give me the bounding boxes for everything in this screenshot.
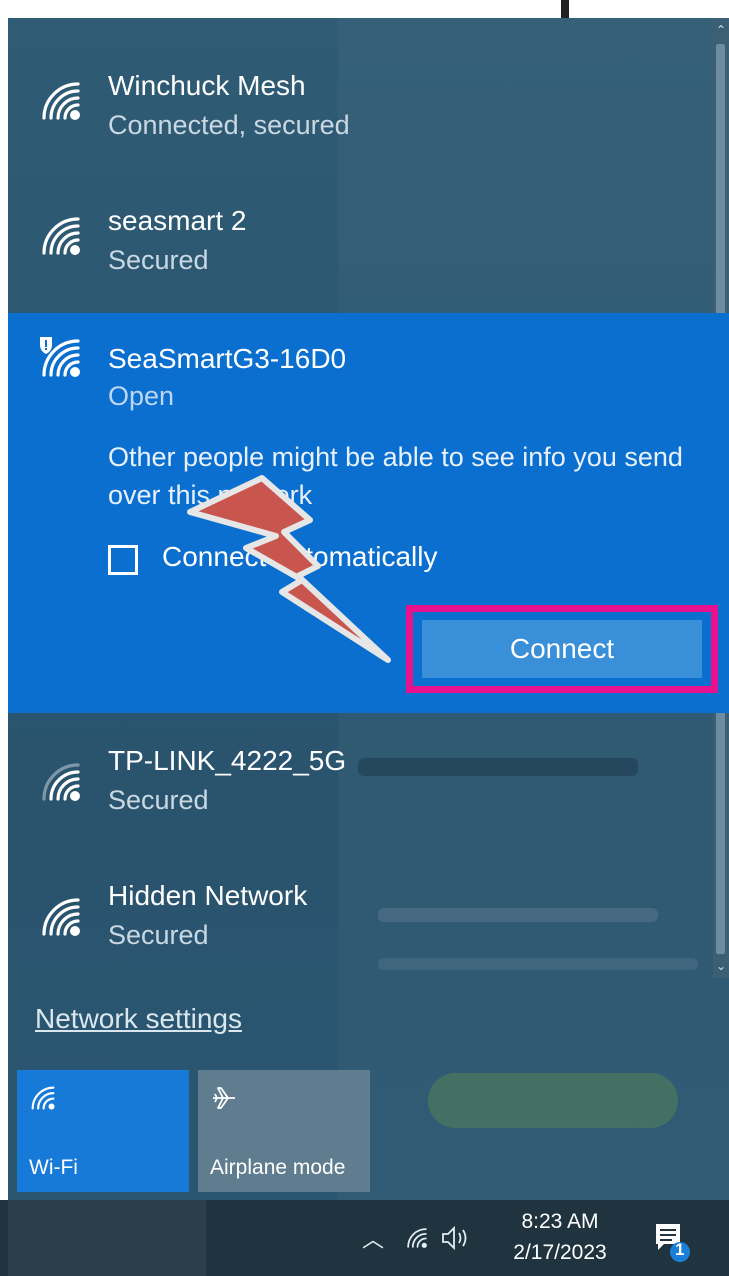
network-status: Secured xyxy=(108,785,209,815)
network-name: seasmart 2 xyxy=(108,205,247,236)
background-strip xyxy=(0,0,729,18)
network-name: Winchuck Mesh xyxy=(108,70,306,101)
clock-date: 2/17/2023 xyxy=(513,1241,607,1264)
background-mark xyxy=(561,0,569,18)
wifi-quick-action[interactable]: Wi-Fi xyxy=(17,1070,189,1192)
wifi-icon xyxy=(31,1086,55,1110)
taskbar: ︿ 8:23 AM 2/17/2023 1 xyxy=(0,1200,729,1276)
wifi-open-warning-icon xyxy=(40,337,80,377)
network-item[interactable]: Winchuck Mesh Connected, secured xyxy=(8,58,713,168)
blurred-element xyxy=(428,1073,678,1128)
network-status: Secured xyxy=(108,920,209,950)
notification-icon xyxy=(656,1224,690,1262)
network-name: TP-LINK_4222_5G xyxy=(108,745,347,776)
network-flyout: ⌃ ⌄ Winchuck Mesh Connected, secured sea… xyxy=(8,18,729,1200)
action-center-button[interactable]: 1 xyxy=(652,1220,692,1264)
airplane-icon xyxy=(213,1087,235,1109)
scroll-down-icon[interactable]: ⌄ xyxy=(713,956,729,976)
network-name: SeaSmartG3-16D0 xyxy=(108,343,347,374)
wifi-tile-label: Wi-Fi xyxy=(29,1156,78,1179)
scroll-up-icon[interactable]: ⌃ xyxy=(713,20,729,40)
chevron-up-icon[interactable]: ︿ xyxy=(362,1222,384,1252)
connect-button[interactable]: Connect xyxy=(422,620,702,678)
clock-time: 8:23 AM xyxy=(521,1210,599,1233)
network-status: Secured xyxy=(108,245,209,275)
wifi-signal-icon xyxy=(42,898,80,936)
network-status: Open xyxy=(108,381,175,411)
network-status: Connected, secured xyxy=(108,110,350,140)
screen: ⌃ ⌄ Winchuck Mesh Connected, secured sea… xyxy=(0,0,729,1276)
wifi-signal-icon xyxy=(42,217,80,255)
wifi-signal-icon xyxy=(42,82,80,120)
wifi-signal-weak-icon xyxy=(42,763,80,801)
network-name: Hidden Network xyxy=(108,880,308,911)
network-item[interactable]: TP-LINK_4222_5G Secured xyxy=(8,733,713,848)
taskbar-app-area[interactable] xyxy=(8,1200,206,1276)
taskbar-clock[interactable]: 8:23 AM 2/17/2023 xyxy=(505,1206,615,1268)
airplane-tile-label: Airplane mode xyxy=(210,1156,346,1179)
notification-count-badge: 1 xyxy=(675,1240,685,1259)
network-item[interactable]: Hidden Network Secured xyxy=(8,868,713,983)
network-item-selected[interactable]: SeaSmartG3-16D0 Open Other people might … xyxy=(8,313,729,713)
network-settings-link[interactable]: Network settings xyxy=(35,1003,242,1035)
wifi-tray-icon[interactable] xyxy=(405,1226,429,1250)
connect-automatically-checkbox[interactable] xyxy=(108,545,138,575)
speaker-icon[interactable] xyxy=(440,1224,474,1252)
open-network-warning: Other people might be able to see info y… xyxy=(108,442,683,510)
connect-automatically-label: Connect automatically xyxy=(162,541,438,572)
network-item[interactable]: seasmart 2 Secured xyxy=(8,193,713,303)
airplane-mode-quick-action[interactable]: Airplane mode xyxy=(198,1070,370,1192)
